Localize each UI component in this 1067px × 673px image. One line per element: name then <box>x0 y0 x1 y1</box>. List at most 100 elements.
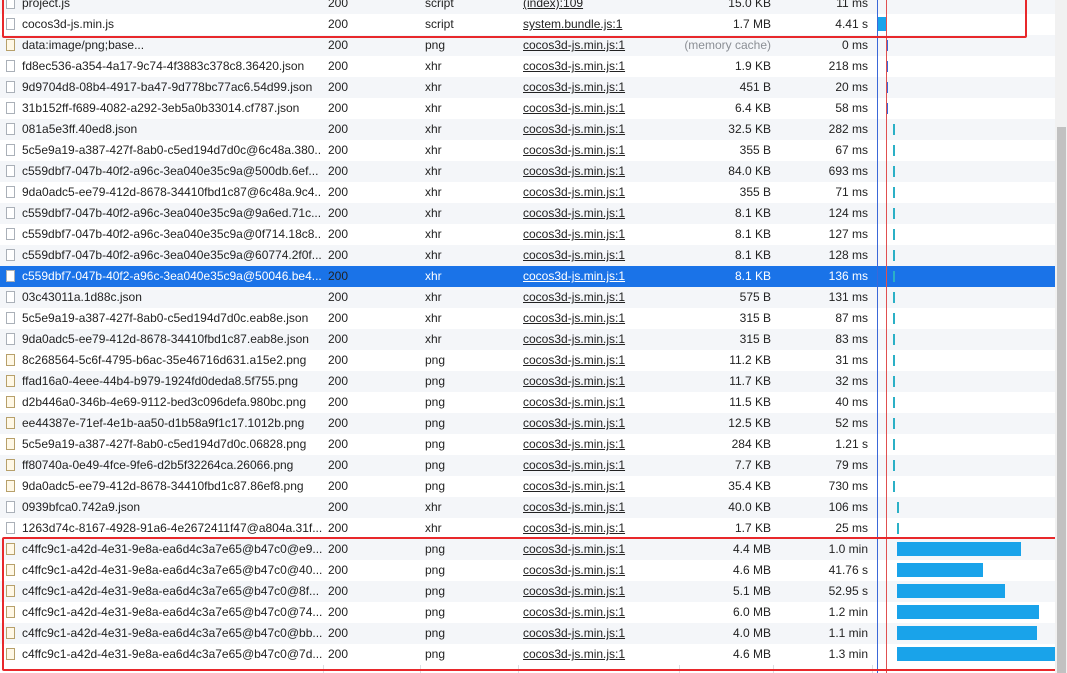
size-cell: 40.0 KB <box>728 500 771 514</box>
table-row[interactable]: ee44387e-71ef-4e1b-aa50-d1b58a9f1c17.101… <box>0 413 1055 434</box>
file-icon <box>6 81 15 93</box>
initiator-link[interactable]: cocos3d-js.min.js:1 <box>523 248 625 262</box>
initiator-link[interactable]: cocos3d-js.min.js:1 <box>523 164 625 178</box>
initiator-link[interactable]: cocos3d-js.min.js:1 <box>523 500 625 514</box>
initiator-link[interactable]: cocos3d-js.min.js:1 <box>523 290 625 304</box>
status-cell: 200 <box>328 290 349 304</box>
initiator-link[interactable]: cocos3d-js.min.js:1 <box>523 353 625 367</box>
waterfall-bar <box>893 145 895 156</box>
status-cell: 200 <box>328 500 349 514</box>
time-cell: 730 ms <box>828 479 868 493</box>
table-row[interactable]: c559dbf7-047b-40f2-a96c-3ea040e35c9a@9a6… <box>0 203 1055 224</box>
initiator-link[interactable]: cocos3d-js.min.js:1 <box>523 374 625 388</box>
initiator-link[interactable]: cocos3d-js.min.js:1 <box>523 80 625 94</box>
initiator-cell: cocos3d-js.min.js:1 <box>523 308 678 329</box>
vertical-scrollbar[interactable] <box>1055 0 1067 673</box>
initiator-link[interactable]: cocos3d-js.min.js:1 <box>523 269 625 283</box>
table-row[interactable]: ffad16a0-4eee-44b4-b979-1924fd0deda8.5f7… <box>0 371 1055 392</box>
request-name: 081a5e3ff.40ed8.json <box>22 122 138 136</box>
name-cell: ffad16a0-4eee-44b4-b979-1924fd0deda8.5f7… <box>4 371 322 392</box>
request-name: c559dbf7-047b-40f2-a96c-3ea040e35c9a@607… <box>22 248 322 262</box>
request-name: d2b446a0-346b-4e69-9112-bed3c096defa.980… <box>22 395 307 409</box>
initiator-link[interactable]: cocos3d-js.min.js:1 <box>523 185 625 199</box>
type-cell: xhr <box>425 332 442 346</box>
initiator-link[interactable]: cocos3d-js.min.js:1 <box>523 311 625 325</box>
table-row[interactable]: 9da0adc5-ee79-412d-8678-34410fbd1c87@6c4… <box>0 182 1055 203</box>
initiator-link[interactable]: cocos3d-js.min.js:1 <box>523 416 625 430</box>
initiator-link[interactable]: cocos3d-js.min.js:1 <box>523 395 625 409</box>
initiator-link[interactable]: cocos3d-js.min.js:1 <box>523 143 625 157</box>
name-cell: 8c268564-5c6f-4795-b6ac-35e46716d631.a15… <box>4 350 322 371</box>
table-row[interactable]: fd8ec536-a354-4a17-9c74-4f3883c378c8.364… <box>0 56 1055 77</box>
waterfall-bar <box>893 439 895 450</box>
table-row[interactable]: 5c5e9a19-a387-427f-8ab0-c5ed194d7d0c.eab… <box>0 308 1055 329</box>
size-cell: 575 B <box>739 290 771 304</box>
initiator-cell: cocos3d-js.min.js:1 <box>523 413 678 434</box>
status-cell: 200 <box>328 332 349 346</box>
name-cell: ee44387e-71ef-4e1b-aa50-d1b58a9f1c17.101… <box>4 413 322 434</box>
initiator-link[interactable]: cocos3d-js.min.js:1 <box>523 458 625 472</box>
scrollbar-thumb[interactable] <box>1057 127 1066 673</box>
size-cell: 35.4 KB <box>728 479 771 493</box>
time-cell: 67 ms <box>835 143 868 157</box>
request-name: 1263d74c-8167-4928-91a6-4e2672411f47@a80… <box>22 521 322 535</box>
request-name: 8c268564-5c6f-4795-b6ac-35e46716d631.a15… <box>22 353 307 367</box>
table-row[interactable]: c559dbf7-047b-40f2-a96c-3ea040e35c9a@500… <box>0 161 1055 182</box>
size-cell: 7.7 KB <box>734 458 771 472</box>
table-row[interactable]: c559dbf7-047b-40f2-a96c-3ea040e35c9a@500… <box>0 266 1055 287</box>
table-row[interactable]: c559dbf7-047b-40f2-a96c-3ea040e35c9a@607… <box>0 245 1055 266</box>
table-row[interactable]: ff80740a-0e49-4fce-9fe6-d2b5f32264ca.260… <box>0 455 1055 476</box>
image-file-icon <box>6 375 15 387</box>
time-cell: 40 ms <box>835 395 868 409</box>
table-row[interactable]: 31b152ff-f689-4082-a292-3eb5a0b33014.cf7… <box>0 98 1055 119</box>
waterfall-bar <box>893 166 895 177</box>
table-row[interactable]: 9da0adc5-ee79-412d-8678-34410fbd1c87.eab… <box>0 329 1055 350</box>
initiator-link[interactable]: cocos3d-js.min.js:1 <box>523 122 625 136</box>
table-row[interactable]: 1263d74c-8167-4928-91a6-4e2672411f47@a80… <box>0 518 1055 539</box>
waterfall-bar <box>893 271 895 282</box>
type-cell: xhr <box>425 101 442 115</box>
initiator-cell: cocos3d-js.min.js:1 <box>523 224 678 245</box>
status-cell: 200 <box>328 521 349 535</box>
initiator-link[interactable]: cocos3d-js.min.js:1 <box>523 206 625 220</box>
initiator-link[interactable]: cocos3d-js.min.js:1 <box>523 38 625 52</box>
status-cell: 200 <box>328 59 349 73</box>
name-cell: fd8ec536-a354-4a17-9c74-4f3883c378c8.364… <box>4 56 322 77</box>
image-file-icon <box>6 39 15 51</box>
initiator-link[interactable]: cocos3d-js.min.js:1 <box>523 227 625 241</box>
file-icon <box>6 186 15 198</box>
table-row[interactable]: 03c43011a.1d88c.json 200 xhr cocos3d-js.min… <box>0 287 1055 308</box>
initiator-link[interactable]: cocos3d-js.min.js:1 <box>523 59 625 73</box>
type-cell: png <box>425 416 446 430</box>
table-row[interactable]: 8c268564-5c6f-4795-b6ac-35e46716d631.a15… <box>0 350 1055 371</box>
table-row[interactable]: 9d9704d8-08b4-4917-ba47-9d778bc77ac6.54d… <box>0 77 1055 98</box>
name-cell: c559dbf7-047b-40f2-a96c-3ea040e35c9a@607… <box>4 245 322 266</box>
table-row[interactable]: 081a5e3ff.40ed8.json 200 xhr cocos3d-js.min… <box>0 119 1055 140</box>
file-icon <box>6 249 15 261</box>
waterfall-bar <box>893 481 895 492</box>
name-cell: 9da0adc5-ee79-412d-8678-34410fbd1c87.eab… <box>4 329 322 350</box>
initiator-link[interactable]: cocos3d-js.min.js:1 <box>523 332 625 346</box>
name-cell: 1263d74c-8167-4928-91a6-4e2672411f47@a80… <box>4 518 322 539</box>
table-row[interactable]: 5c5e9a19-a387-427f-8ab0-c5ed194d7d0c@6c4… <box>0 140 1055 161</box>
table-row[interactable]: 9da0adc5-ee79-412d-8678-34410fbd1c87.86e… <box>0 476 1055 497</box>
initiator-link[interactable]: cocos3d-js.min.js:1 <box>523 437 625 451</box>
initiator-link[interactable]: cocos3d-js.min.js:1 <box>523 101 625 115</box>
type-cell: png <box>425 479 446 493</box>
table-row[interactable]: c559dbf7-047b-40f2-a96c-3ea040e35c9a@0f7… <box>0 224 1055 245</box>
initiator-link[interactable]: cocos3d-js.min.js:1 <box>523 479 625 493</box>
type-cell: png <box>425 395 446 409</box>
time-cell: 25 ms <box>835 521 868 535</box>
table-row[interactable]: 0939bfca0.742a9.json 200 xhr cocos3d-js.min… <box>0 497 1055 518</box>
file-icon <box>6 270 15 282</box>
table-row[interactable]: d2b446a0-346b-4e69-9112-bed3c096defa.980… <box>0 392 1055 413</box>
name-cell: c559dbf7-047b-40f2-a96c-3ea040e35c9a@500… <box>4 161 322 182</box>
table-row[interactable]: data:image/png;base... 200 png cocos3d-js.m… <box>0 35 1055 56</box>
initiator-link[interactable]: cocos3d-js.min.js:1 <box>523 521 625 535</box>
waterfall-bar <box>893 124 895 135</box>
request-name: ff80740a-0e49-4fce-9fe6-d2b5f32264ca.260… <box>22 458 294 472</box>
time-cell: 218 ms <box>828 59 868 73</box>
table-row[interactable]: 5c5e9a19-a387-427f-8ab0-c5ed194d7d0c.068… <box>0 434 1055 455</box>
status-cell: 200 <box>328 248 349 262</box>
initiator-cell: cocos3d-js.min.js:1 <box>523 98 678 119</box>
